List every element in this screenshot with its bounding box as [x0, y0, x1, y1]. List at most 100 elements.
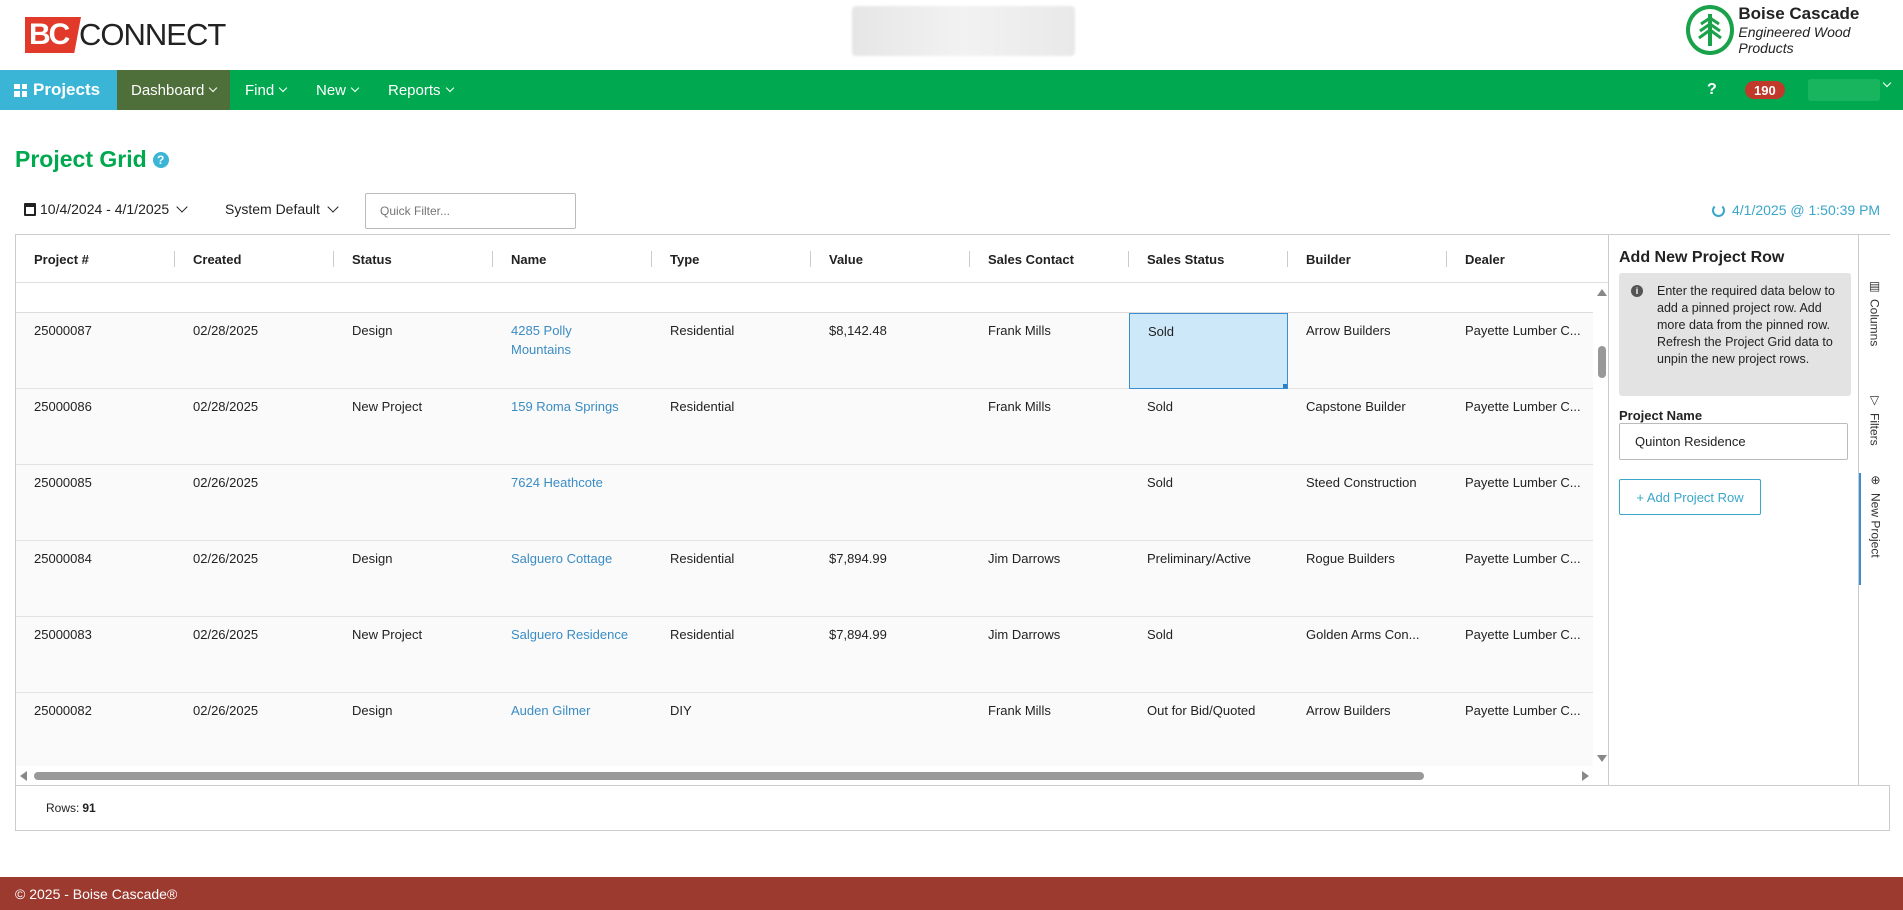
horizontal-scroll-thumb[interactable]: [34, 772, 1424, 780]
table-cell[interactable]: 02/26/2025: [175, 693, 334, 769]
table-cell[interactable]: Golden Arms Con...: [1288, 617, 1447, 693]
table-cell[interactable]: Residential: [652, 313, 811, 389]
column-header-sales-status[interactable]: Sales Status: [1129, 235, 1288, 283]
table-cell[interactable]: [811, 465, 970, 541]
table-cell[interactable]: Arrow Builders: [1288, 313, 1447, 389]
table-row[interactable]: 25000083 02/26/2025 New Project Salguero Re…: [16, 617, 1593, 693]
column-header-type[interactable]: Type: [652, 235, 811, 283]
project-name-link[interactable]: 4285 Polly Mountains: [493, 313, 652, 389]
table-cell[interactable]: 02/26/2025: [175, 465, 334, 541]
tab-columns[interactable]: ▤ Columns: [1859, 279, 1890, 346]
nav-projects[interactable]: Projects: [0, 70, 117, 110]
table-cell[interactable]: 25000086: [16, 389, 175, 465]
table-cell[interactable]: Payette Lumber C...: [1447, 389, 1608, 465]
user-menu[interactable]: [1808, 79, 1880, 101]
table-cell[interactable]: Sold: [1129, 389, 1288, 465]
column-header-dealer[interactable]: Dealer: [1447, 235, 1608, 283]
table-cell[interactable]: Residential: [652, 617, 811, 693]
table-cell[interactable]: Sold: [1129, 617, 1288, 693]
nav-new[interactable]: New: [316, 70, 360, 110]
table-cell[interactable]: Frank Mills: [970, 693, 1129, 769]
horizontal-scrollbar[interactable]: [16, 766, 1593, 785]
table-cell[interactable]: 02/28/2025: [175, 313, 334, 389]
table-cell[interactable]: Steed Construction: [1288, 465, 1447, 541]
help-circle-icon[interactable]: ?: [152, 151, 169, 168]
table-cell[interactable]: Design: [334, 313, 493, 389]
table-cell[interactable]: 25000083: [16, 617, 175, 693]
column-header-sales-contact[interactable]: Sales Contact: [970, 235, 1129, 283]
column-header-builder[interactable]: Builder: [1288, 235, 1447, 283]
table-cell[interactable]: Arrow Builders: [1288, 693, 1447, 769]
refresh-grid[interactable]: 4/1/2025 @ 1:50:39 PM: [1712, 202, 1880, 218]
table-cell[interactable]: Sold: [1129, 313, 1288, 389]
table-cell[interactable]: Jim Darrows: [970, 617, 1129, 693]
table-cell[interactable]: Design: [334, 541, 493, 617]
table-cell[interactable]: 25000085: [16, 465, 175, 541]
table-cell[interactable]: $7,894.99: [811, 541, 970, 617]
table-cell[interactable]: New Project: [334, 617, 493, 693]
scroll-left-icon[interactable]: [20, 771, 27, 781]
column-header-value[interactable]: Value: [811, 235, 970, 283]
project-name-link[interactable]: 7624 Heathcote: [493, 465, 652, 541]
table-cell[interactable]: New Project: [334, 389, 493, 465]
table-row[interactable]: 25000082 02/26/2025 Design Auden Gilmer DIY F…: [16, 693, 1593, 769]
bc-connect-logo[interactable]: BC CONNECT: [25, 17, 226, 53]
table-cell[interactable]: 02/26/2025: [175, 617, 334, 693]
table-cell[interactable]: Jim Darrows: [970, 541, 1129, 617]
project-name-link[interactable]: Auden Gilmer: [493, 693, 652, 769]
project-name-link[interactable]: 159 Roma Springs: [493, 389, 652, 465]
column-header-name[interactable]: Name: [493, 235, 652, 283]
table-cell[interactable]: Payette Lumber C...: [1447, 541, 1608, 617]
user-menu-chevron-icon[interactable]: [1882, 78, 1892, 88]
nav-reports[interactable]: Reports: [388, 70, 454, 110]
column-header-status[interactable]: Status: [334, 235, 493, 283]
table-cell[interactable]: Design: [334, 693, 493, 769]
table-cell[interactable]: 25000082: [16, 693, 175, 769]
table-cell[interactable]: [811, 693, 970, 769]
table-row[interactable]: 25000084 02/26/2025 Design Salguero Cottage…: [16, 541, 1593, 617]
table-cell[interactable]: Sold: [1129, 465, 1288, 541]
table-cell[interactable]: Residential: [652, 541, 811, 617]
table-cell[interactable]: Preliminary/Active: [1129, 541, 1288, 617]
table-cell[interactable]: 25000084: [16, 541, 175, 617]
table-row[interactable]: 25000087 02/28/2025 Design 4285 Polly Mount…: [16, 313, 1593, 389]
table-cell[interactable]: $7,894.99: [811, 617, 970, 693]
table-cell[interactable]: DIY: [652, 693, 811, 769]
project-name-link[interactable]: Salguero Cottage: [493, 541, 652, 617]
table-cell[interactable]: Frank Mills: [970, 313, 1129, 389]
vertical-scrollbar[interactable]: [1593, 283, 1608, 766]
scroll-right-icon[interactable]: [1582, 771, 1589, 781]
project-name-link[interactable]: Salguero Residence: [493, 617, 652, 693]
column-header-created[interactable]: Created: [175, 235, 334, 283]
view-select[interactable]: System Default: [225, 201, 339, 217]
table-cell[interactable]: Payette Lumber C...: [1447, 693, 1608, 769]
table-cell[interactable]: Residential: [652, 389, 811, 465]
table-cell[interactable]: [652, 465, 811, 541]
help-icon[interactable]: ?: [1707, 70, 1717, 110]
table-cell[interactable]: [970, 465, 1129, 541]
table-cell[interactable]: Payette Lumber C...: [1447, 617, 1608, 693]
column-header-project-number[interactable]: Project #: [16, 235, 175, 283]
project-name-input[interactable]: [1619, 423, 1848, 460]
table-cell[interactable]: Payette Lumber C...: [1447, 313, 1608, 389]
add-project-row-button[interactable]: + Add Project Row: [1619, 479, 1761, 515]
scroll-down-icon[interactable]: [1597, 755, 1607, 762]
table-cell[interactable]: $8,142.48: [811, 313, 970, 389]
table-row[interactable]: 25000086 02/28/2025 New Project 159 Roma Sp…: [16, 389, 1593, 465]
table-cell[interactable]: 02/26/2025: [175, 541, 334, 617]
table-cell[interactable]: 02/28/2025: [175, 389, 334, 465]
tab-new-project[interactable]: ⊕ New Project: [1859, 473, 1890, 585]
table-cell[interactable]: Capstone Builder: [1288, 389, 1447, 465]
table-cell[interactable]: [334, 465, 493, 541]
notification-badge[interactable]: 190: [1745, 81, 1785, 99]
table-cell[interactable]: Frank Mills: [970, 389, 1129, 465]
table-cell[interactable]: 25000087: [16, 313, 175, 389]
scroll-up-icon[interactable]: [1597, 289, 1607, 296]
date-range-picker[interactable]: 10/4/2024 - 4/1/2025: [24, 201, 188, 217]
table-cell[interactable]: Rogue Builders: [1288, 541, 1447, 617]
table-row[interactable]: 25000085 02/26/2025 7624 Heathcote Sold Stee…: [16, 465, 1593, 541]
tab-filters[interactable]: ▽ Filters: [1859, 393, 1890, 446]
table-cell[interactable]: [811, 389, 970, 465]
table-cell[interactable]: Payette Lumber C...: [1447, 465, 1608, 541]
vertical-scroll-thumb[interactable]: [1598, 346, 1606, 378]
